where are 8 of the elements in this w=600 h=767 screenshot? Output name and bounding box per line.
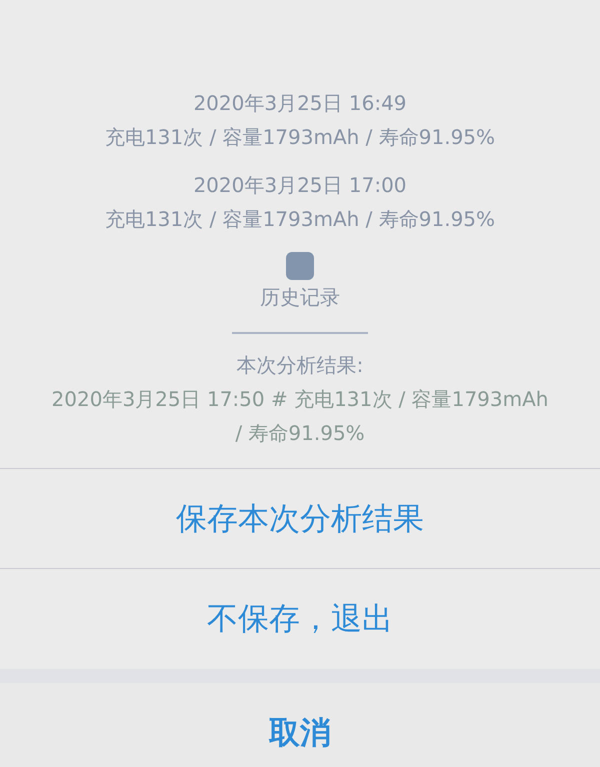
- history-title: 历史记录: [260, 284, 340, 311]
- record-summary: 充电131次 / 容量1793mAh / 寿命91.95%: [104, 124, 496, 151]
- record-datetime: 2020年3月25日 17:00: [193, 172, 407, 199]
- record-summary: 充电131次 / 容量1793mAh / 寿命91.95%: [104, 206, 496, 233]
- record-datetime: 2020年3月25日 16:49: [193, 90, 407, 117]
- result-label: 本次分析结果:: [236, 352, 364, 379]
- result-text: 2020年3月25日 17:50 # 充电131次 / 容量1793mAh / 寿命91.95%: [50, 386, 550, 447]
- square-icon: [286, 252, 314, 280]
